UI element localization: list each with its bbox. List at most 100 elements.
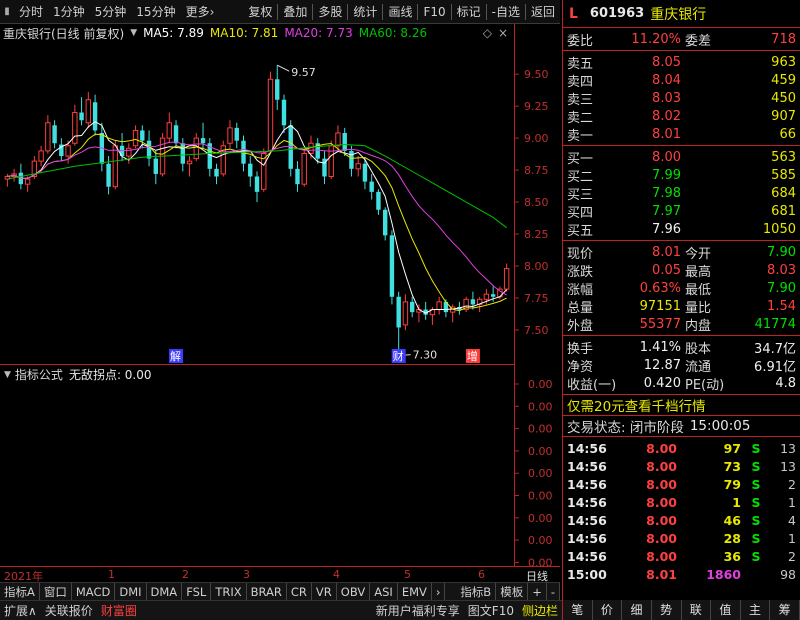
date-tick: 4: [333, 568, 340, 581]
remove-watchlist-button[interactable]: -自选: [487, 0, 525, 23]
tab-trend[interactable]: 势: [652, 600, 682, 620]
bid-row[interactable]: 买五 7.96 1050: [563, 220, 800, 239]
collapse-icon[interactable]: ▼: [130, 28, 137, 38]
tab-15min[interactable]: 15分钟: [131, 0, 180, 23]
tab-tick-detail[interactable]: 笔: [563, 600, 593, 620]
y-tick-label: 8.00: [524, 260, 549, 273]
diamond-icon[interactable]: ◇: [483, 26, 492, 40]
add-window-button[interactable]: +: [528, 582, 547, 601]
stat-row: 外盘 55377 内盘 41774: [563, 315, 800, 334]
close-icon[interactable]: ×: [498, 26, 508, 40]
candle-body: [355, 163, 361, 170]
tab-obv[interactable]: OBV: [337, 582, 371, 601]
tick-price: 8.00: [646, 548, 677, 564]
stat-label: 内盘: [685, 318, 712, 334]
tab-cr[interactable]: CR: [287, 582, 312, 601]
back-button[interactable]: 返回: [526, 0, 560, 23]
ask-label: 卖三: [567, 92, 594, 108]
indicator-tick-label: 0.00: [528, 534, 553, 547]
ask-row[interactable]: 卖一 8.01 66: [563, 125, 800, 144]
tab-timeshare[interactable]: 分时: [14, 0, 48, 23]
tab-indicator-b[interactable]: 指标B: [456, 582, 497, 601]
stat-row: 涨幅 0.63% 最低 7.90: [563, 279, 800, 298]
tab-main-force[interactable]: 主: [741, 600, 771, 620]
ask-row[interactable]: 卖三 8.03 450: [563, 89, 800, 108]
remove-window-button[interactable]: -: [547, 582, 560, 601]
tab-detail[interactable]: 细: [622, 600, 652, 620]
ask-row[interactable]: 卖四 8.04 459: [563, 71, 800, 90]
tab-vr[interactable]: VR: [312, 582, 337, 601]
indicator-menu-icon[interactable]: ▼: [4, 370, 11, 380]
ask-row[interactable]: 卖五 8.05 963: [563, 53, 800, 72]
ask-volume: 450: [771, 90, 796, 106]
ask-row[interactable]: 卖二 8.02 907: [563, 107, 800, 126]
related-quotes-tab[interactable]: 关联报价: [41, 601, 97, 620]
bid-price: 7.96: [652, 221, 681, 237]
bid-row[interactable]: 买一 8.00 563: [563, 148, 800, 167]
fin-label: 换手: [567, 341, 594, 357]
tick-time: 14:56: [567, 530, 607, 546]
tab-indicator-a[interactable]: 指标A: [0, 582, 40, 601]
fin-row: 净资 12.87 流通 6.91亿: [563, 356, 800, 375]
tab-price-distribution[interactable]: 价: [593, 600, 623, 620]
tab-value[interactable]: 值: [711, 600, 741, 620]
tab-dmi[interactable]: DMI: [115, 582, 147, 601]
bottom-bar-right: 新用户福利专享 图文F10 侧边栏: [372, 601, 562, 620]
graphic-f10-button[interactable]: 图文F10: [464, 601, 518, 620]
new-user-promo-link[interactable]: 新用户福利专享: [372, 601, 464, 620]
tick-count: 2: [788, 476, 796, 492]
wealth-circle-tab[interactable]: 财富圈: [97, 601, 141, 620]
tick-row: 14:56 8.00 28 S 1: [563, 529, 800, 547]
tab-chips[interactable]: 筹: [770, 600, 800, 620]
bid-row[interactable]: 买三 7.98 684: [563, 184, 800, 203]
indicator-tick-label: 0.00: [528, 400, 553, 413]
multi-stock-button[interactable]: 多股: [313, 0, 347, 23]
f10-button[interactable]: F10: [418, 0, 450, 23]
template-button[interactable]: 模板: [496, 582, 529, 601]
tab-5min[interactable]: 5分钟: [90, 0, 132, 23]
indicator-tick-label: 0.00: [528, 556, 553, 566]
sidebar-toggle[interactable]: 侧边栏: [518, 601, 562, 620]
draw-line-button[interactable]: 画线: [383, 0, 417, 23]
financial-stats: 换手 1.41% 股本 34.7亿 净资 12.87 流通 6.91亿 收益(一) 0.420…: [563, 336, 800, 393]
indicator-chart[interactable]: 0.00 0.00 0.00 0.00 0.00 0.00 0.00 0.00 0.00: [0, 364, 560, 566]
tab-trix[interactable]: TRIX: [211, 582, 247, 601]
overlay-button[interactable]: 叠加: [278, 0, 312, 23]
tick-price: 8.00: [646, 512, 677, 528]
bid-volume: 585: [771, 167, 796, 183]
menu-icon[interactable]: ▮: [0, 0, 14, 24]
tick-list[interactable]: 14:56 8.00 97 S 13 14:56 8.00 73 S 13 14:56 8.00 7…: [563, 437, 800, 583]
bid-label: 买五: [567, 223, 594, 239]
fin-label: 净资: [567, 359, 594, 375]
candle-body: [295, 168, 300, 185]
tab-fsl[interactable]: FSL: [182, 582, 212, 601]
tick-row: 15:00 8.01 1860 98: [563, 565, 800, 583]
bid-label: 买二: [567, 169, 594, 185]
tick-count: 98: [780, 566, 796, 582]
tab-more[interactable]: 更多›: [181, 0, 220, 23]
tab-asi[interactable]: ASI: [370, 582, 398, 601]
stat-value: 0.05: [652, 262, 681, 278]
tab-brar[interactable]: BRAR: [247, 582, 287, 601]
tab-1min[interactable]: 1分钟: [48, 0, 90, 23]
candlestick-chart[interactable]: 9.50 9.25 9.00 8.75 8.50 8.25 8.00 7.75 7.50 9.57…: [0, 24, 560, 364]
bid-row[interactable]: 买二 7.99 585: [563, 166, 800, 185]
tab-related[interactable]: 联: [682, 600, 712, 620]
adjust-button[interactable]: 复权: [243, 0, 277, 23]
tick-time: 14:56: [567, 548, 607, 564]
tabs-scroll-right-icon[interactable]: ›: [432, 582, 446, 601]
tab-window[interactable]: 窗口: [40, 582, 72, 601]
tab-macd[interactable]: MACD: [72, 582, 116, 601]
mark-button[interactable]: 标记: [452, 0, 486, 23]
ask-label: 卖一: [567, 128, 594, 144]
bid-price: 7.98: [652, 185, 681, 201]
expand-button[interactable]: 扩展∧: [0, 601, 41, 620]
trade-status: 交易状态: 闭市阶段 15:00:05: [563, 416, 800, 436]
ma10-label: MA10: 7.81: [209, 26, 279, 40]
bid-row[interactable]: 买四 7.97 681: [563, 202, 800, 221]
promo-banner[interactable]: 仅需20元查看千档行情: [563, 395, 800, 415]
bid-label: 买一: [567, 151, 594, 167]
tab-emv[interactable]: EMV: [398, 582, 432, 601]
statistics-button[interactable]: 统计: [348, 0, 382, 23]
tab-dma[interactable]: DMA: [147, 582, 183, 601]
